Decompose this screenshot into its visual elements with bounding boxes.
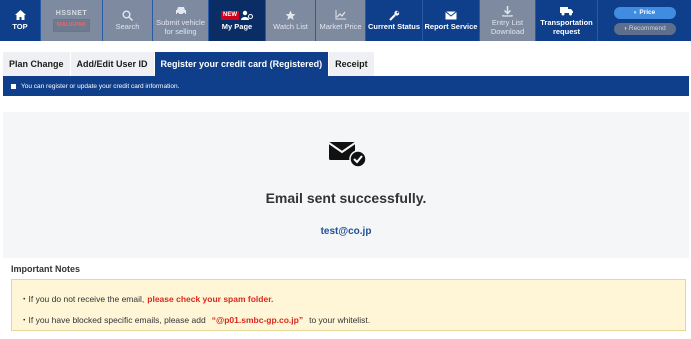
nav-submit-vehicle-label: Submit vehicle for selling [156,18,205,36]
mail-icon [445,9,457,21]
important-notes-title: Important Notes [11,264,81,274]
price-button[interactable]: ◐ Price [613,6,676,19]
download-icon [502,5,513,17]
price-button-label: Price [639,9,656,16]
logo: HSSNET MALIGPAK [44,9,100,33]
tab-receipt[interactable]: Receipt [329,52,374,76]
nav-market-price[interactable]: Market Price [316,0,366,41]
nav-market-price-label: Market Price [319,22,362,32]
home-icon [14,9,26,21]
nav-report-service[interactable]: Report Service [423,0,480,41]
nav-watch-list[interactable]: Watch List [266,0,316,41]
nav-report-service-label: Report Service [424,22,478,32]
mail-check-icon [328,142,367,168]
nav-transportation-request-label: Transportation request [540,18,593,36]
nav-entry-list-download[interactable]: Entry List Download [480,0,536,41]
top-navigation: TOP HSSNET MALIGPAK Search Submit vehicl… [0,0,691,41]
toggle-icon: ◐ [633,9,638,16]
account-tabs: Plan Change Add/Edit User ID Register yo… [3,52,375,76]
logo-bottom-text: MALIGPAK [53,19,90,32]
nav-submit-vehicle[interactable]: Submit vehicle for selling [153,0,209,41]
recommend-button[interactable]: ◑ Recommend [613,22,676,35]
logo-top-text: HSSNET [55,9,88,17]
new-badge: NEW [221,11,239,20]
nav-watch-list-label: Watch List [273,22,308,32]
note-whitelist-domain: “@p01.smbc-gp.co.jp” [211,314,304,325]
chart-icon [335,9,347,21]
my-page-badge-row: NEW [221,9,253,21]
car-icon [175,5,187,17]
star-icon [285,9,296,21]
tab-plan-change[interactable]: Plan Change [3,52,70,76]
info-square-icon [11,83,16,89]
note-whitelist-suffix: to your whitelist. [309,314,371,325]
important-notes-box: ・If you do not receive the email, please… [11,279,686,331]
note-line-whitelist: ・If you have blocked specific emails, pl… [20,309,685,330]
nav-logo[interactable]: HSSNET MALIGPAK [41,0,103,41]
nav-transportation-request[interactable]: Transportation request [536,0,598,41]
success-title: Email sent successfully. [265,190,427,206]
note-whitelist-text: ・If you have blocked specific emails, pl… [20,314,206,325]
info-text: You can register or update your credit c… [21,82,180,90]
nav-my-page-label: My Page [221,22,253,32]
info-bar: You can register or update your credit c… [3,76,689,96]
sent-email-address: test@co.jp [320,226,372,237]
side-buttons: ◐ Price ◑ Recommend [598,0,691,41]
wrench-icon [388,9,400,21]
nav-top[interactable]: TOP [0,0,41,41]
nav-my-page[interactable]: NEW My Page [209,0,266,41]
tab-register-credit-card[interactable]: Register your credit card (Registered) [154,52,329,76]
note-line-spam: ・If you do not receive the email, please… [20,288,685,309]
tab-add-edit-user-id[interactable]: Add/Edit User ID [70,52,154,76]
nav-top-label: TOP [12,22,28,32]
nav-current-status-label: Current Status [367,22,421,32]
recommend-button-label: Recommend [628,25,666,32]
search-icon [122,9,133,21]
note-spam-text: ・If you do not receive the email, [20,293,145,304]
nav-search[interactable]: Search [103,0,153,41]
user-icon [241,11,253,21]
email-sent-card: Email sent successfully. test@co.jp [3,112,689,258]
note-spam-highlight: please check your spam folder. [147,293,274,304]
nav-entry-list-download-label: Entry List Download [490,18,525,36]
truck-icon [560,5,573,17]
nav-search-label: Search [115,22,140,32]
toggle-off-icon: ◑ [623,25,627,32]
nav-current-status[interactable]: Current Status [366,0,423,41]
